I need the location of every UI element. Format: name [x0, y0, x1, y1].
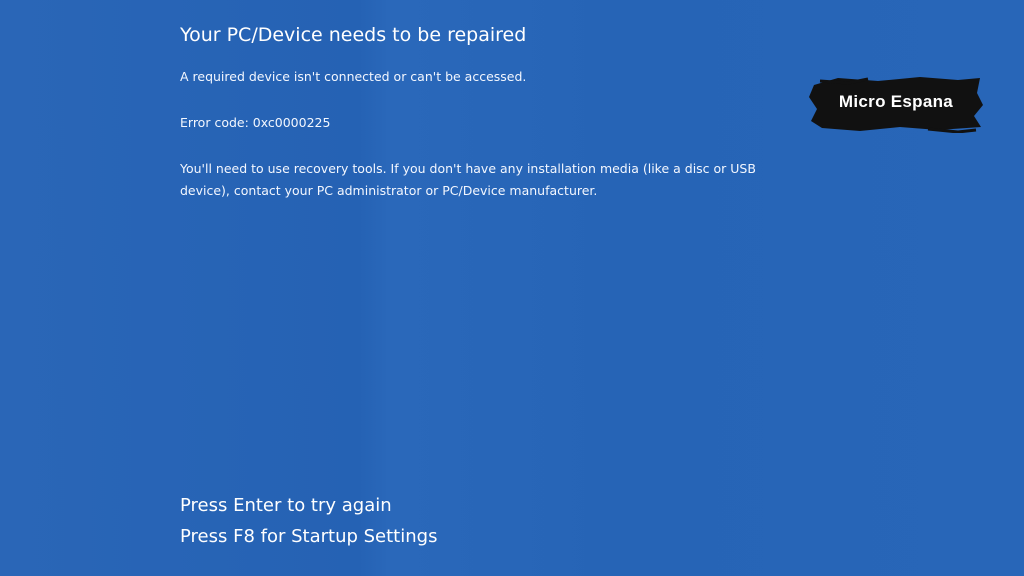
press-enter-action[interactable]: Press Enter to try again	[180, 490, 680, 521]
error-code: Error code: 0xc0000225	[180, 115, 331, 130]
watermark-logo: Micro Espana	[808, 75, 984, 133]
cut-off-title-glyph	[300, 0, 330, 2]
error-message: A required device isn't connected or can…	[180, 69, 527, 84]
error-headline: Your PC/Device needs to be repaired	[180, 24, 527, 46]
press-f8-action[interactable]: Press F8 for Startup Settings	[180, 521, 680, 552]
recovery-line-1: You'll need to use recovery tools. If yo…	[180, 161, 756, 176]
error-content: Your PC/Device needs to be repaired A re…	[180, 22, 800, 226]
watermark-text: Micro Espana	[838, 92, 954, 111]
recovery-line-2: device), contact your PC administrator o…	[180, 183, 598, 198]
key-actions: Press Enter to try again Press F8 for St…	[180, 490, 680, 552]
recovery-screen: Your PC/Device needs to be repaired A re…	[0, 0, 1024, 576]
recovery-instructions: You'll need to use recovery tools. If yo…	[180, 158, 800, 202]
